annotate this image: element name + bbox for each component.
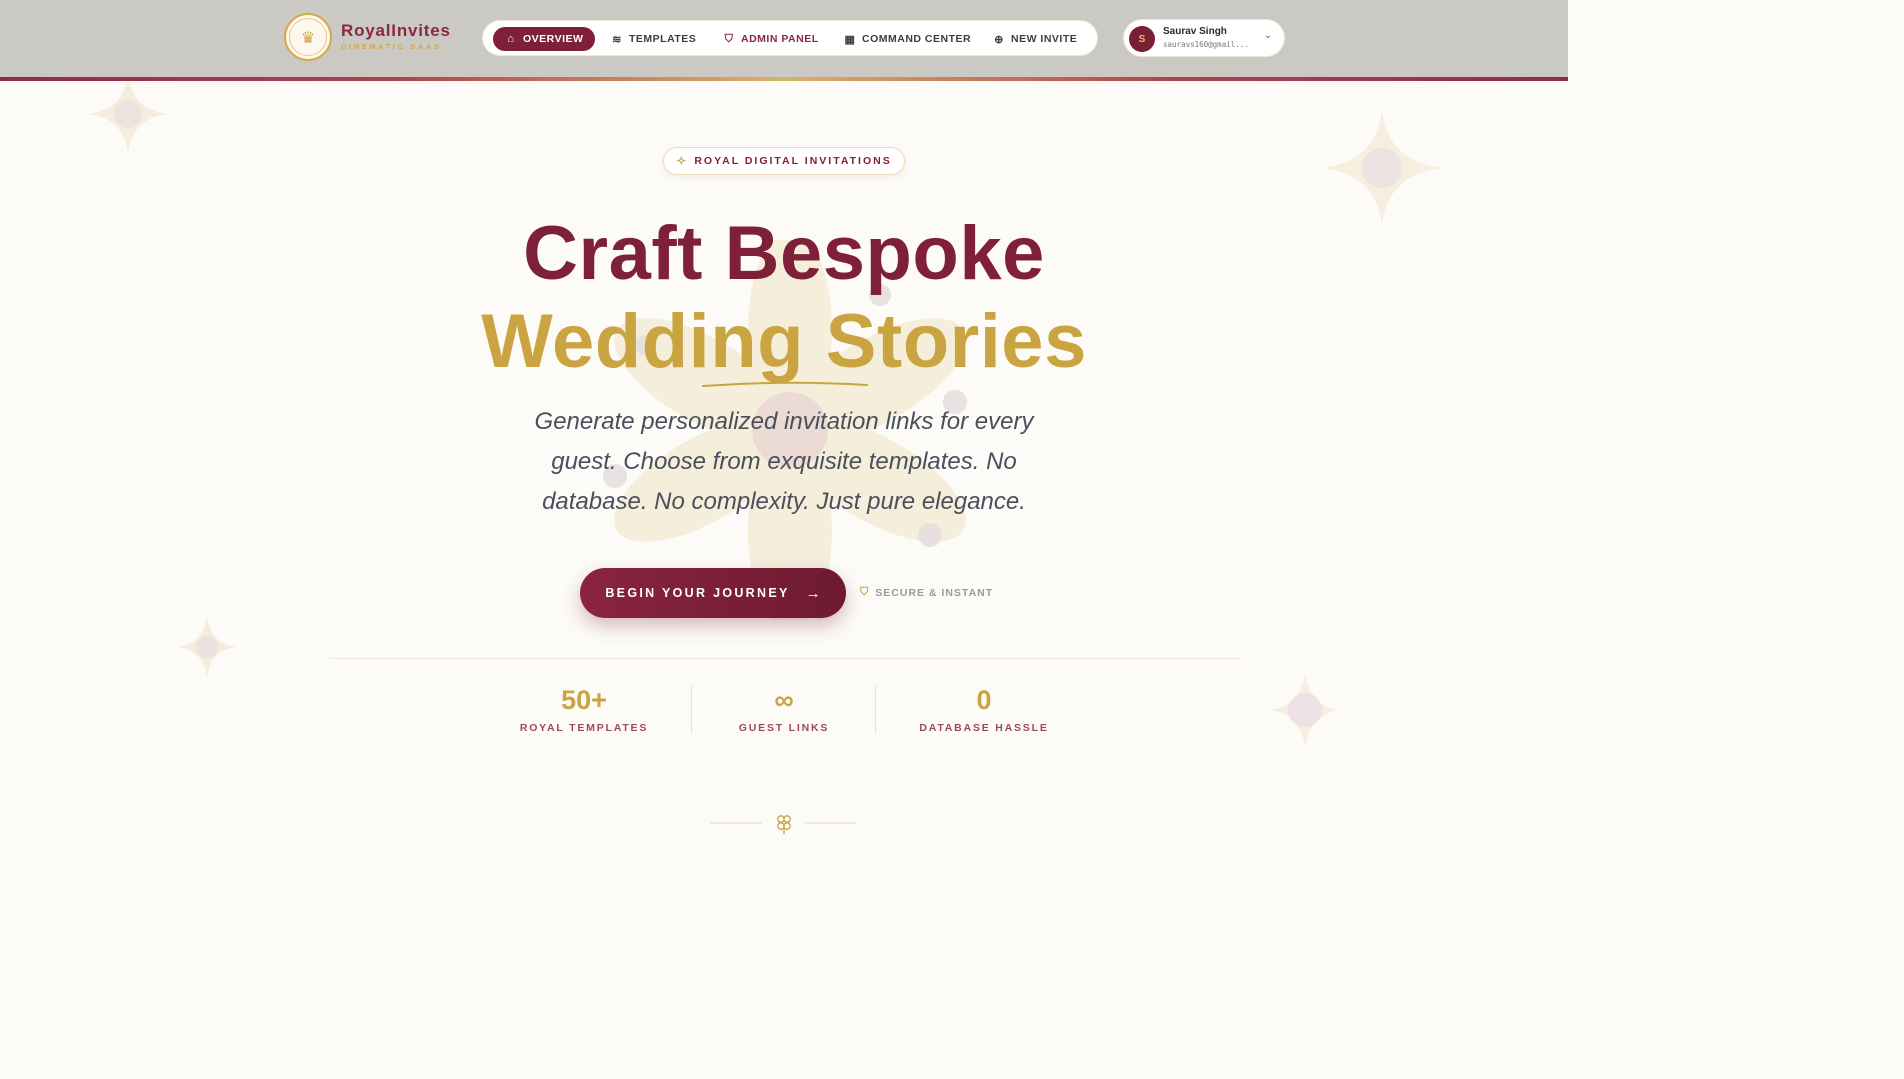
nav-command-center-label: COMMAND CENTER [862,33,972,45]
nav-admin-panel-label: ADMIN PANEL [741,33,819,45]
secure-label: SECURE & INSTANT [875,586,994,599]
secure-badge: ⛉ SECURE & INSTANT [860,586,993,599]
stat-separator [691,684,692,734]
user-email: sauravs160@gmail... [1163,40,1249,49]
sparkle-decoration [1322,110,1442,225]
brand-name[interactable]: RoyalInvites [341,21,451,41]
chevron-down-icon: ⌄ [1263,30,1272,41]
shield-icon: ⛉ [724,32,734,45]
brand-tagline: CINEMATIC SAAS [341,42,442,51]
stat-value: 50+ [561,685,607,715]
stat-label: GUEST LINKS [738,722,830,734]
stat-royal-templates: 50+ ROYAL TEMPLATES [508,682,660,734]
hero-subtitle: Generate personalized invitation links f… [534,408,1034,515]
nav-new-invite-label: NEW INVITE [1011,33,1078,45]
arrow-right-icon: → [805,584,821,602]
nav-new-invite[interactable]: ⊕ NEW INVITE [981,27,1089,51]
begin-journey-label: BEGIN YOUR JOURNEY [605,586,790,600]
flower-ornament-icon [710,815,856,834]
top-navigation-bar: ♛ RoyalInvites CINEMATIC SAAS ⌂ OVERVIEW… [0,0,1568,77]
user-name: Saurav Singh [1163,26,1227,37]
stat-separator [875,684,876,734]
stat-value: ∞ [774,685,794,715]
stat-value: 0 [976,685,992,715]
nav-templates-label: TEMPLATES [629,33,697,45]
nav-templates[interactable]: ≋ TEMPLATES [599,27,708,51]
home-icon: ⌂ [507,33,515,45]
hero-tag-badge: ✧ ROYAL DIGITAL INVITATIONS [663,147,905,175]
grid-icon: ▦ [844,33,856,46]
stats-divider [330,658,1240,659]
layers-icon: ≋ [612,33,622,46]
avatar: S [1129,26,1155,52]
sparkle-decoration [177,616,237,678]
plus-circle-icon: ⊕ [994,33,1004,46]
sparkle-decoration [1270,672,1340,748]
hero-title-line1: Craft Bespoke [523,211,1045,296]
hero-tag-label: ROYAL DIGITAL INVITATIONS [694,155,892,167]
nav-overview-label: OVERVIEW [523,33,584,45]
title-underline-decoration [702,381,868,387]
header-accent-line [0,77,1568,81]
stat-guest-links: ∞ GUEST LINKS [708,682,860,734]
user-menu[interactable]: S Saurav Singh sauravs160@gmail... ⌄ [1123,19,1285,57]
begin-journey-button[interactable]: BEGIN YOUR JOURNEY → [580,568,846,618]
sparkle-decoration [88,74,168,154]
stat-label: DATABASE HASSLE [919,722,1049,734]
nav-overview[interactable]: ⌂ OVERVIEW [493,27,596,51]
sparkles-icon: ✧ [676,154,687,168]
nav-command-center[interactable]: ▦ COMMAND CENTER [832,27,983,51]
main-nav: ⌂ OVERVIEW ≋ TEMPLATES ⛉ ADMIN PANEL ▦ C… [482,20,1098,56]
hero-title-line2: Wedding Stories [481,299,1087,384]
nav-admin-panel[interactable]: ⛉ ADMIN PANEL [711,27,831,51]
stat-label: ROYAL TEMPLATES [519,722,649,734]
stat-database-hassle: 0 DATABASE HASSLE [904,682,1064,734]
brand-logo[interactable]: ♛ [284,13,332,61]
shield-check-icon: ⛉ [860,586,870,598]
crown-icon: ♛ [289,18,327,56]
